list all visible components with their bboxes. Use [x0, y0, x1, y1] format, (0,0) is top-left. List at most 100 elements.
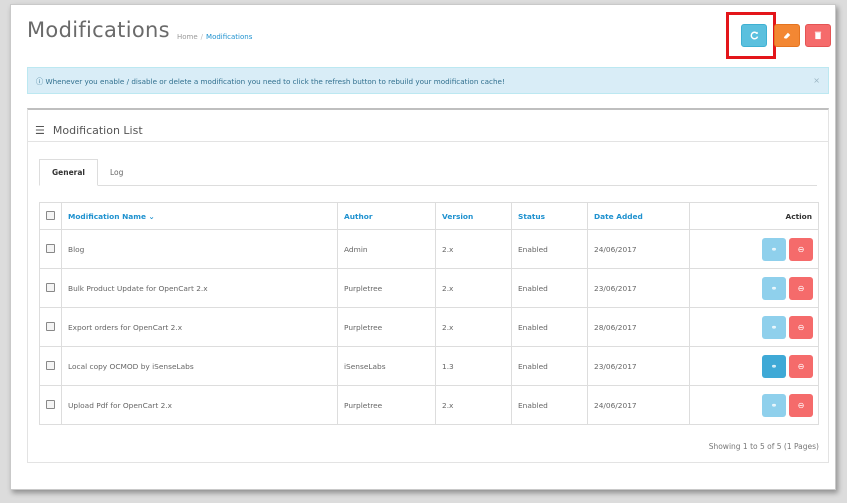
sort-by-status-header[interactable]: Status [511, 202, 588, 230]
sort-by-version-header[interactable]: Version [435, 202, 512, 230]
cell-status: Enabled [511, 307, 588, 347]
disable-button[interactable]: ⊖ [789, 393, 813, 417]
breadcrumb: Home / Modifications [177, 33, 252, 41]
cell-author: Purpletree [337, 385, 436, 425]
table-row: Bulk Product Update for OpenCart 2.x Pur… [39, 268, 819, 308]
table-row: Local copy OCMOD by iSenseLabs iSenseLab… [39, 346, 819, 386]
cell-author: iSenseLabs [337, 346, 436, 386]
minus-circle-icon: ⊖ [797, 244, 805, 254]
delete-button[interactable] [805, 24, 831, 47]
table-row: Blog Admin 2.x Enabled 24/06/2017 ⚭ ⊖ [39, 229, 819, 269]
refresh-button[interactable] [741, 24, 767, 47]
select-all-cell [39, 202, 62, 230]
refresh-icon [750, 31, 758, 40]
row-actions: ⚭ ⊖ [689, 229, 819, 269]
cell-version: 2.x [435, 385, 512, 425]
alert-close-button[interactable]: × [813, 76, 820, 85]
select-all-checkbox[interactable] [46, 210, 55, 220]
cell-date-added: 28/06/2017 [587, 307, 690, 347]
modification-table: Modification Name ⌄ Author Version Statu… [39, 202, 819, 425]
cell-version: 1.3 [435, 346, 512, 386]
breadcrumb-separator: / [200, 33, 204, 41]
row-checkbox[interactable] [46, 399, 55, 409]
sort-by-name-header[interactable]: Modification Name ⌄ [61, 202, 338, 230]
row-actions: ⚭ ⊖ [689, 268, 819, 308]
cell-status: Enabled [511, 229, 588, 269]
row-actions: ⚭ ⊖ [689, 346, 819, 386]
link-icon: ⚭ [770, 322, 778, 332]
cell-date-added: 24/06/2017 [587, 385, 690, 425]
tab-log[interactable]: Log [98, 159, 135, 186]
sort-by-author-header[interactable]: Author [337, 202, 436, 230]
cell-date-added: 23/06/2017 [587, 346, 690, 386]
cell-status: Enabled [511, 385, 588, 425]
pagination-info: Showing 1 to 5 of 5 (1 Pages) [708, 442, 819, 451]
cell-version: 2.x [435, 307, 512, 347]
row-select-cell [39, 268, 62, 308]
link-icon: ⚭ [770, 283, 778, 293]
cell-modification-name: Export orders for OpenCart 2.x [61, 307, 338, 347]
table-header-row: Modification Name ⌄ Author Version Statu… [39, 202, 819, 230]
disable-button[interactable]: ⊖ [789, 315, 813, 339]
row-select-cell [39, 346, 62, 386]
admin-window: Modifications Home / Modifications ⓘ Whene… [10, 4, 836, 490]
minus-circle-icon: ⊖ [797, 400, 805, 410]
cell-date-added: 23/06/2017 [587, 268, 690, 308]
info-alert: ⓘ Whenever you enable / disable or delet… [27, 67, 829, 94]
link-icon: ⚭ [770, 361, 778, 371]
panel-heading: ☰ Modification List [28, 110, 828, 142]
disable-button[interactable]: ⊖ [789, 276, 813, 300]
trash-icon [814, 31, 822, 40]
link-icon: ⚭ [770, 400, 778, 410]
enable-link-button[interactable]: ⚭ [762, 393, 786, 417]
disable-button[interactable]: ⊖ [789, 354, 813, 378]
table-row: Export orders for OpenCart 2.x Purpletre… [39, 307, 819, 347]
clear-button[interactable] [774, 24, 800, 47]
minus-circle-icon: ⊖ [797, 283, 805, 293]
cell-date-added: 24/06/2017 [587, 229, 690, 269]
enable-link-button[interactable]: ⚭ [762, 354, 786, 378]
enable-link-button[interactable]: ⚭ [762, 276, 786, 300]
column-name-label: Modification Name [68, 211, 146, 221]
disable-button[interactable]: ⊖ [789, 237, 813, 261]
cell-version: 2.x [435, 229, 512, 269]
tab-general[interactable]: General [39, 159, 98, 186]
breadcrumb-modifications[interactable]: Modifications [206, 33, 252, 41]
action-column-header: Action [689, 202, 819, 230]
sort-by-date-header[interactable]: Date Added [587, 202, 690, 230]
row-select-cell [39, 385, 62, 425]
cell-modification-name: Local copy OCMOD by iSenseLabs [61, 346, 338, 386]
modification-list-panel: ☰ Modification List General Log Modifica… [27, 108, 829, 463]
tab-bar: General Log [39, 159, 817, 186]
enable-link-button[interactable]: ⚭ [762, 315, 786, 339]
row-actions: ⚭ ⊖ [689, 307, 819, 347]
link-icon: ⚭ [770, 244, 778, 254]
cell-version: 2.x [435, 268, 512, 308]
cell-status: Enabled [511, 268, 588, 308]
row-checkbox[interactable] [46, 321, 55, 331]
info-circle-icon: ⓘ [36, 77, 44, 86]
eraser-icon [783, 32, 791, 39]
row-select-cell [39, 229, 62, 269]
panel-title: Modification List [52, 123, 143, 137]
minus-circle-icon: ⊖ [797, 361, 805, 371]
cell-modification-name: Bulk Product Update for OpenCart 2.x [61, 268, 338, 308]
list-icon: ☰ [35, 123, 45, 137]
cell-modification-name: Blog [61, 229, 338, 269]
cell-modification-name: Upload Pdf for OpenCart 2.x [61, 385, 338, 425]
cell-status: Enabled [511, 346, 588, 386]
breadcrumb-home[interactable]: Home [177, 33, 198, 41]
row-select-cell [39, 307, 62, 347]
enable-link-button[interactable]: ⚭ [762, 237, 786, 261]
alert-text: Whenever you enable / disable or delete … [45, 77, 505, 86]
cell-author: Purpletree [337, 268, 436, 308]
minus-circle-icon: ⊖ [797, 322, 805, 332]
row-checkbox[interactable] [46, 243, 55, 253]
page-title: Modifications [27, 18, 170, 42]
row-checkbox[interactable] [46, 282, 55, 292]
row-checkbox[interactable] [46, 360, 55, 370]
row-actions: ⚭ ⊖ [689, 385, 819, 425]
cell-author: Admin [337, 229, 436, 269]
cell-author: Purpletree [337, 307, 436, 347]
sort-chevron-down-icon: ⌄ [148, 211, 155, 221]
